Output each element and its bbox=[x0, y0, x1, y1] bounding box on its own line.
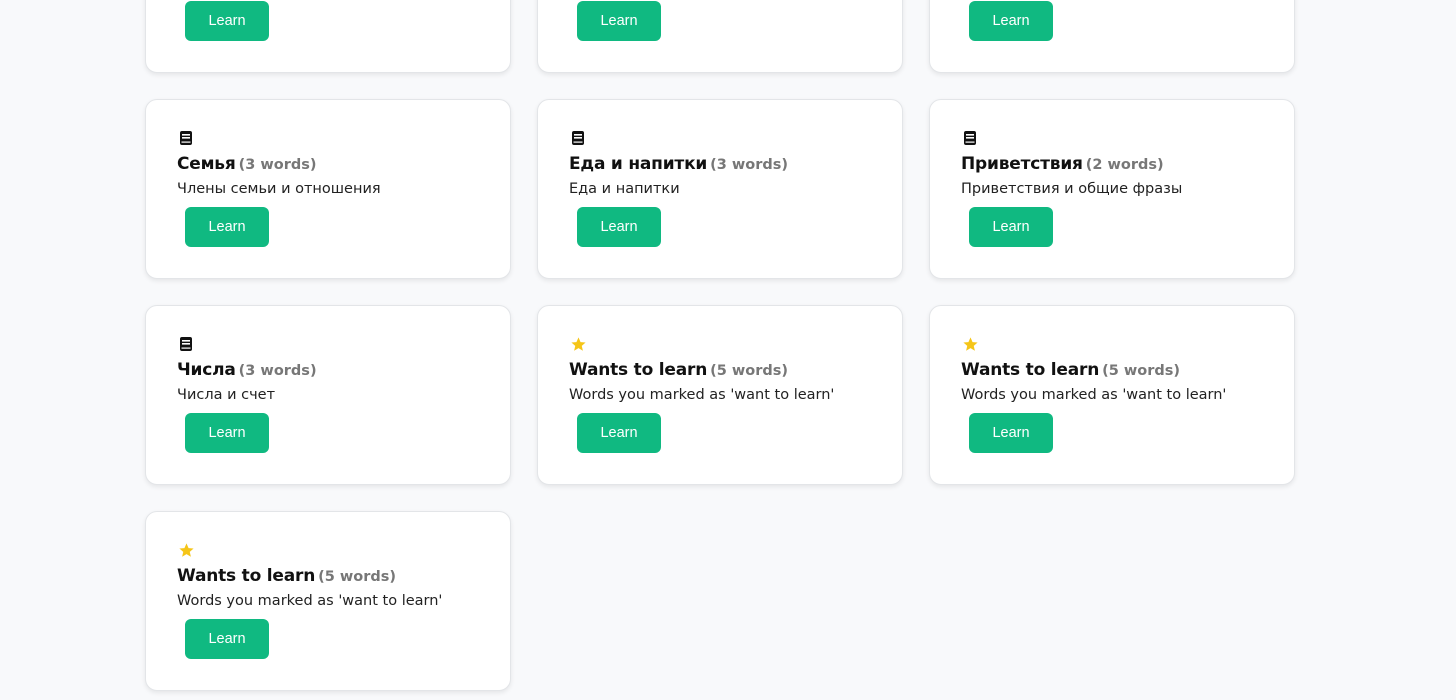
learn-button[interactable]: Learn bbox=[577, 1, 661, 41]
category-card: Приветствия (2 words) Приветствия и общие… bbox=[929, 99, 1295, 279]
card-title: Числа bbox=[177, 360, 236, 380]
learn-button[interactable]: Learn bbox=[577, 413, 661, 453]
book-icon bbox=[962, 130, 978, 146]
learn-button[interactable]: Learn bbox=[185, 413, 269, 453]
book-icon bbox=[178, 336, 194, 352]
learn-button[interactable]: Learn bbox=[185, 1, 269, 41]
category-card: Learn bbox=[145, 0, 511, 73]
word-count: (3 words) bbox=[710, 157, 789, 173]
category-card: Wants to learn (5 words) Words you marked… bbox=[145, 511, 511, 691]
learn-button[interactable]: Learn bbox=[969, 207, 1053, 247]
word-count: (3 words) bbox=[238, 363, 317, 379]
card-title: Wants to learn bbox=[961, 360, 1100, 380]
card-description: Words you marked as 'want to learn' bbox=[569, 387, 835, 403]
card-title-row: Приветствия (2 words) bbox=[961, 154, 1263, 175]
card-title: Еда и напитки bbox=[569, 154, 708, 174]
star-icon bbox=[178, 542, 194, 558]
card-description: Числа и счет bbox=[177, 387, 276, 403]
learn-button[interactable]: Learn bbox=[969, 1, 1053, 41]
card-title-row: Wants to learn (5 words) bbox=[177, 566, 479, 587]
star-icon bbox=[962, 336, 978, 352]
star-icon bbox=[570, 336, 586, 352]
category-card: Learn bbox=[929, 0, 1295, 73]
category-card: Семья (3 words) Члены семьи и отношения L… bbox=[145, 99, 511, 279]
learn-button[interactable]: Learn bbox=[185, 207, 269, 247]
book-icon bbox=[178, 130, 194, 146]
category-card: Wants to learn (5 words) Words you marked… bbox=[929, 305, 1295, 485]
learn-button[interactable]: Learn bbox=[185, 619, 269, 659]
card-title: Wants to learn bbox=[569, 360, 708, 380]
category-card: Числа (3 words) Числа и счет Learn bbox=[145, 305, 511, 485]
category-card: Еда и напитки (3 words) Еда и напитки Lea… bbox=[537, 99, 903, 279]
learn-button[interactable]: Learn bbox=[969, 413, 1053, 453]
card-description: Еда и напитки bbox=[569, 181, 680, 197]
book-icon bbox=[570, 130, 586, 146]
word-count: (5 words) bbox=[318, 569, 397, 585]
word-count: (3 words) bbox=[238, 157, 317, 173]
category-grid: Learn Learn Learn Семья (3 words) Члены с… bbox=[145, 0, 1295, 691]
category-card: Wants to learn (5 words) Words you marked… bbox=[537, 305, 903, 485]
word-count: (5 words) bbox=[710, 363, 789, 379]
card-description: Words you marked as 'want to learn' bbox=[177, 593, 443, 609]
card-description: Члены семьи и отношения bbox=[177, 181, 381, 197]
card-description: Приветствия и общие фразы bbox=[961, 181, 1183, 197]
card-title-row: Еда и напитки (3 words) bbox=[569, 154, 871, 175]
card-title: Приветствия bbox=[961, 154, 1083, 174]
category-card: Learn bbox=[537, 0, 903, 73]
card-description: Words you marked as 'want to learn' bbox=[961, 387, 1227, 403]
card-title-row: Семья (3 words) bbox=[177, 154, 479, 175]
learn-button[interactable]: Learn bbox=[577, 207, 661, 247]
word-count: (2 words) bbox=[1085, 157, 1164, 173]
card-title-row: Wants to learn (5 words) bbox=[961, 360, 1263, 381]
card-title-row: Числа (3 words) bbox=[177, 360, 479, 381]
word-count: (5 words) bbox=[1102, 363, 1181, 379]
card-title: Wants to learn bbox=[177, 566, 316, 586]
card-title-row: Wants to learn (5 words) bbox=[569, 360, 871, 381]
card-title: Семья bbox=[177, 154, 236, 174]
